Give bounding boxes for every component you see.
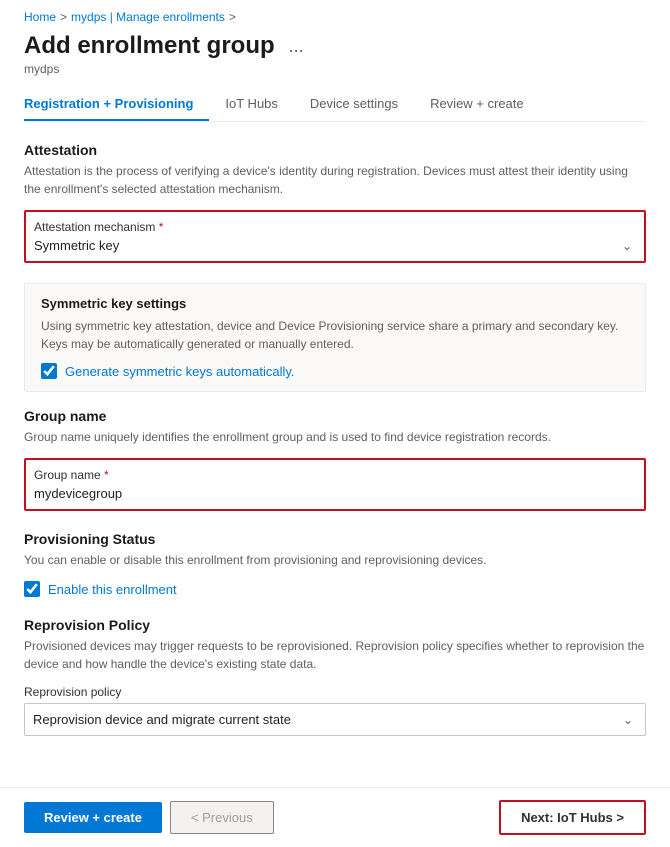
breadcrumb-sep1: > bbox=[60, 10, 67, 24]
attestation-mechanism-label: Attestation mechanism * bbox=[34, 220, 636, 234]
enable-enrollment-checkbox[interactable] bbox=[24, 581, 40, 597]
group-name-title: Group name bbox=[24, 408, 646, 424]
provisioning-status-section: Provisioning Status You can enable or di… bbox=[24, 531, 646, 597]
reprovision-policy-label: Reprovision policy bbox=[24, 685, 646, 699]
symmetric-key-section: Symmetric key settings Using symmetric k… bbox=[24, 283, 646, 392]
generate-keys-checkbox[interactable] bbox=[41, 363, 57, 379]
provisioning-status-title: Provisioning Status bbox=[24, 531, 646, 547]
tab-iot-hubs[interactable]: IoT Hubs bbox=[209, 88, 294, 121]
enable-enrollment-label[interactable]: Enable this enrollment bbox=[48, 582, 177, 597]
group-name-input[interactable] bbox=[34, 486, 636, 501]
breadcrumb: Home > mydps | Manage enrollments > bbox=[0, 0, 670, 28]
breadcrumb-home[interactable]: Home bbox=[24, 10, 56, 24]
footer: Review + create < Previous Next: IoT Hub… bbox=[0, 787, 670, 847]
tab-registration[interactable]: Registration + Provisioning bbox=[24, 88, 209, 121]
reprovision-policy-select-wrapper: Reprovision device and migrate current s… bbox=[33, 712, 637, 727]
enable-enrollment-checkbox-wrapper bbox=[24, 581, 40, 597]
content-area: Attestation Attestation is the process o… bbox=[0, 122, 670, 776]
group-name-field: Group name * bbox=[24, 458, 646, 511]
review-create-button[interactable]: Review + create bbox=[24, 802, 162, 833]
breadcrumb-sep2: > bbox=[229, 10, 236, 24]
attestation-mechanism-select[interactable]: Symmetric key X.509 certificates TPM bbox=[34, 238, 636, 253]
generate-keys-row: Generate symmetric keys automatically. bbox=[41, 363, 629, 379]
attestation-title: Attestation bbox=[24, 142, 646, 158]
symmetric-key-description: Using symmetric key attestation, device … bbox=[41, 317, 629, 353]
breadcrumb-mydps[interactable]: mydps | Manage enrollments bbox=[71, 10, 225, 24]
attestation-description: Attestation is the process of verifying … bbox=[24, 162, 646, 198]
ellipsis-button[interactable]: ... bbox=[283, 34, 310, 59]
next-iot-hubs-button[interactable]: Next: IoT Hubs > bbox=[499, 800, 646, 835]
enable-enrollment-row: Enable this enrollment bbox=[24, 581, 646, 597]
reprovision-policy-select[interactable]: Reprovision device and migrate current s… bbox=[33, 712, 637, 727]
reprovision-policy-description: Provisioned devices may trigger requests… bbox=[24, 637, 646, 673]
previous-button[interactable]: < Previous bbox=[170, 801, 274, 834]
reprovision-policy-title: Reprovision Policy bbox=[24, 617, 646, 633]
attestation-section: Attestation Attestation is the process o… bbox=[24, 142, 646, 263]
group-name-description: Group name uniquely identifies the enrol… bbox=[24, 428, 646, 446]
tab-bar: Registration + Provisioning IoT Hubs Dev… bbox=[24, 88, 646, 122]
page-subtitle: mydps bbox=[24, 62, 646, 76]
group-name-label: Group name * bbox=[34, 468, 636, 482]
page-header: Add enrollment group ... mydps bbox=[0, 28, 670, 76]
symmetric-key-title: Symmetric key settings bbox=[41, 296, 629, 311]
attestation-mechanism-field: Attestation mechanism * Symmetric key X.… bbox=[24, 210, 646, 263]
generate-keys-label[interactable]: Generate symmetric keys automatically. bbox=[65, 364, 295, 379]
attestation-mechanism-select-wrapper: Symmetric key X.509 certificates TPM ⌄ bbox=[34, 238, 636, 253]
tab-device-settings[interactable]: Device settings bbox=[294, 88, 414, 121]
generate-keys-checkbox-wrapper bbox=[41, 363, 57, 379]
reprovision-policy-select-box: Reprovision device and migrate current s… bbox=[24, 703, 646, 736]
page-title-text: Add enrollment group bbox=[24, 32, 275, 60]
provisioning-status-description: You can enable or disable this enrollmen… bbox=[24, 551, 646, 569]
group-name-section: Group name Group name uniquely identifie… bbox=[24, 408, 646, 511]
reprovision-policy-section: Reprovision Policy Provisioned devices m… bbox=[24, 617, 646, 736]
reprovision-policy-field: Reprovision policy Reprovision device an… bbox=[24, 685, 646, 736]
tab-review-create[interactable]: Review + create bbox=[414, 88, 540, 121]
